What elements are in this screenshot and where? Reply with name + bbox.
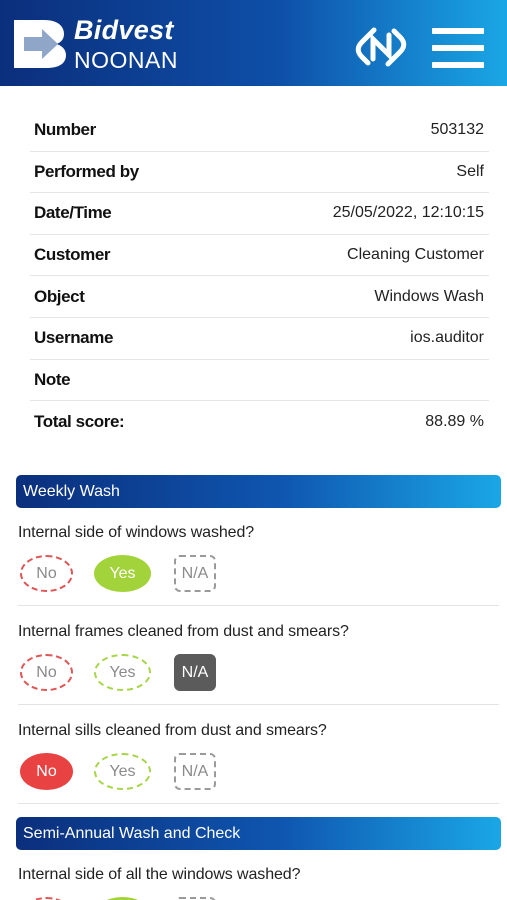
question-text: Internal frames cleaned from dust and sm… xyxy=(18,623,349,640)
answer-no-button[interactable]: No xyxy=(20,753,73,790)
answer-na-button[interactable]: N/A xyxy=(174,753,216,790)
question-text: Internal sills cleaned from dust and sme… xyxy=(18,722,327,739)
hamburger-menu-icon[interactable] xyxy=(432,28,484,68)
menu-line xyxy=(432,28,484,34)
answer-no-button[interactable]: No xyxy=(20,555,73,592)
menu-line xyxy=(432,62,484,68)
question-item: Internal frames cleaned from dust and sm… xyxy=(18,623,499,705)
info-row-customer: Customer Cleaning Customer xyxy=(30,235,489,277)
info-row-number: Number 503132 xyxy=(30,110,489,152)
section-header-weekly-wash[interactable]: Weekly Wash xyxy=(16,475,501,508)
info-row-date-time: Date/Time 25/05/2022, 12:10:15 xyxy=(30,193,489,235)
answer-na-button[interactable]: N/A xyxy=(174,654,216,691)
answer-yes-button[interactable]: Yes xyxy=(94,555,151,592)
info-value: 25/05/2022, 12:10:15 xyxy=(332,204,484,222)
total-score-value: 88.89 % xyxy=(425,412,484,430)
info-row-object: Object Windows Wash xyxy=(30,276,489,318)
question-text: Internal side of all the windows washed? xyxy=(18,866,301,883)
bidvest-logo-icon xyxy=(14,20,66,68)
answer-no-button[interactable]: No xyxy=(20,654,73,691)
question-item: Internal side of all the windows washed?… xyxy=(18,866,499,900)
nfc-icon[interactable] xyxy=(354,22,408,72)
info-value: Windows Wash xyxy=(374,287,484,305)
app-header: Bidvest NOONAN xyxy=(0,0,507,86)
info-value: 503132 xyxy=(430,121,484,139)
info-label: Date/Time xyxy=(34,203,112,223)
info-label: Number xyxy=(34,120,96,140)
audit-info-table: Number 503132 Performed by Self Date/Tim… xyxy=(30,110,489,443)
question-text: Internal side of windows washed? xyxy=(18,524,255,541)
menu-line xyxy=(432,45,484,51)
info-label: Note xyxy=(34,369,71,389)
section-header-semi-annual[interactable]: Semi-Annual Wash and Check xyxy=(16,817,501,850)
info-label: Object xyxy=(34,286,85,306)
divider xyxy=(18,605,499,606)
info-label: Performed by xyxy=(34,161,139,181)
question-item: Internal side of windows washed? No Yes … xyxy=(18,524,499,606)
brand-subname: NOONAN xyxy=(74,47,178,73)
question-item: Internal sills cleaned from dust and sme… xyxy=(18,722,499,804)
info-value: Self xyxy=(456,162,484,180)
divider xyxy=(18,704,499,705)
answer-yes-button[interactable]: Yes xyxy=(94,654,151,691)
divider xyxy=(18,803,499,804)
info-row-performed-by: Performed by Self xyxy=(30,152,489,194)
info-label: Customer xyxy=(34,245,111,265)
info-row-username: Username ios.auditor xyxy=(30,318,489,360)
info-row-total-score: Total score: 88.89 % xyxy=(30,401,489,443)
info-row-note: Note xyxy=(30,360,489,402)
info-value: Cleaning Customer xyxy=(347,246,484,264)
info-label: Total score: xyxy=(34,411,125,431)
answer-na-button[interactable]: N/A xyxy=(174,555,216,592)
brand-name: Bidvest xyxy=(74,15,174,45)
info-value: ios.auditor xyxy=(410,329,484,347)
answer-yes-button[interactable]: Yes xyxy=(94,753,151,790)
info-label: Username xyxy=(34,328,114,348)
